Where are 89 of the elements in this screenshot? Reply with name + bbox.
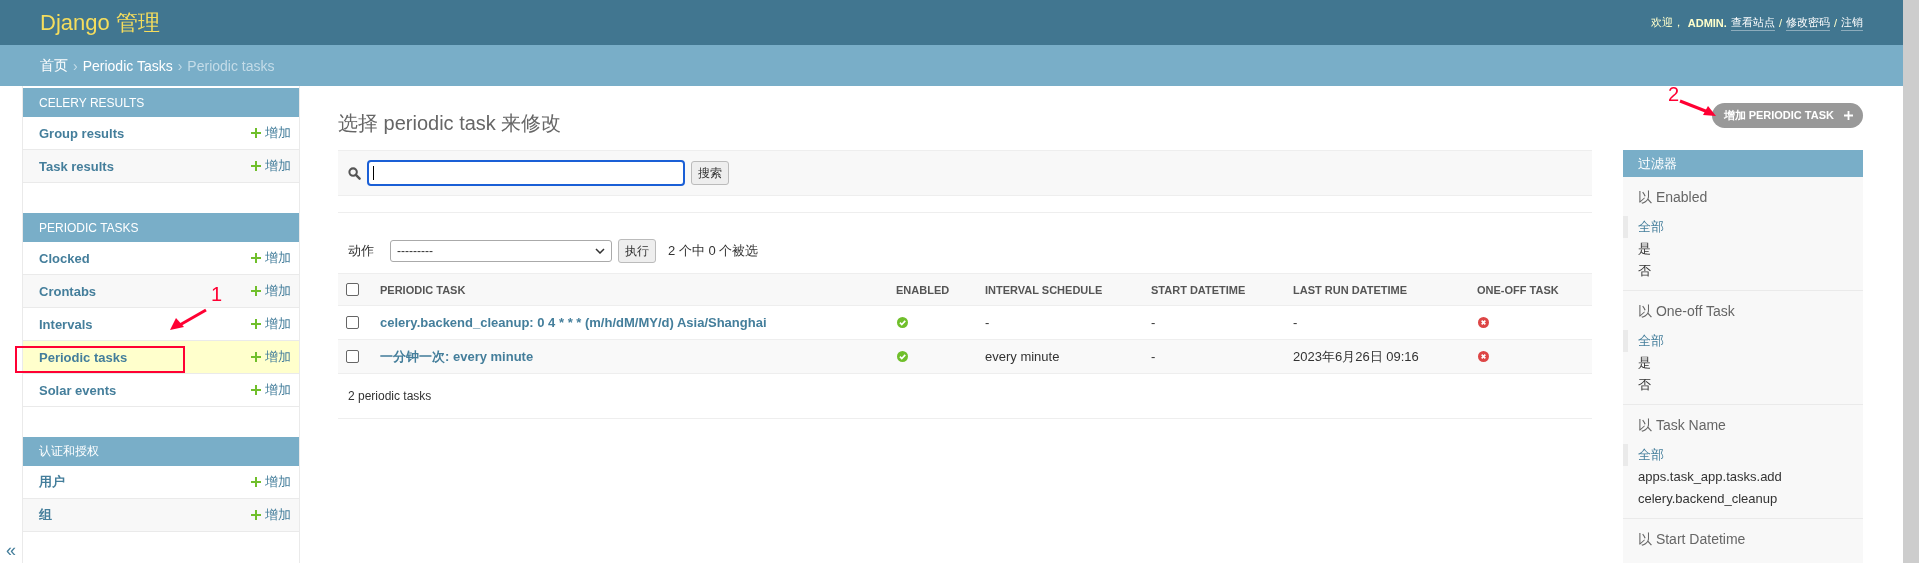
model-link[interactable]: Group results — [39, 125, 125, 141]
filter-option[interactable]: apps.task_app.tasks.add — [1623, 466, 1863, 488]
row-checkbox[interactable] — [346, 316, 359, 329]
breadcrumb-separator: › — [177, 57, 183, 74]
section-header[interactable]: 认证和授权 — [23, 437, 299, 466]
separator-text: / — [1778, 16, 1782, 29]
filter-heading: 以 Enabled — [1637, 189, 1709, 207]
add-link[interactable]: 增加 — [251, 473, 291, 491]
add-link[interactable]: 增加 — [251, 124, 291, 142]
user-link[interactable]: 注销 — [1841, 14, 1863, 31]
table-cell: - — [1151, 349, 1156, 364]
model-link[interactable]: 组 — [39, 506, 52, 524]
add-link[interactable]: 增加 — [251, 282, 291, 300]
annotation-number: 2 — [1668, 84, 1680, 104]
model-link[interactable]: Periodic tasks — [39, 349, 128, 365]
filter-heading: 以 Task Name — [1637, 417, 1727, 435]
filter-option[interactable]: 否 — [1623, 374, 1863, 396]
task-link[interactable]: 一分钟一次: every minute — [380, 348, 534, 364]
filter-option[interactable]: 全部 — [1623, 330, 1863, 352]
result-count: 2 periodic tasks — [348, 389, 432, 403]
section-header[interactable]: PERIODIC TASKS — [23, 213, 299, 242]
user-link[interactable]: 修改密码 — [1785, 14, 1830, 31]
search-button[interactable]: 搜索 — [691, 161, 729, 185]
site-title[interactable]: Django 管理 — [40, 7, 160, 38]
model-link[interactable]: Solar events — [39, 382, 117, 398]
plus-icon — [251, 319, 261, 329]
filter-option[interactable]: celery.backend_cleanup — [1623, 488, 1863, 510]
plus-icon — [251, 128, 261, 138]
breadcrumb-separator: › — [73, 57, 78, 74]
model-link[interactable]: Intervals — [39, 316, 93, 332]
page-title: 选择 periodic task 来修改 — [338, 110, 562, 136]
plus-icon — [251, 352, 261, 362]
add-link[interactable]: 增加 — [251, 315, 291, 333]
plus-icon — [251, 286, 261, 296]
plus-icon — [251, 510, 261, 520]
sidebar-item[interactable]: Task results 增加 — [23, 150, 299, 183]
model-link[interactable]: Crontabs — [39, 283, 97, 299]
annotation-arrow — [168, 308, 208, 332]
breadcrumb-link[interactable]: Periodic Tasks — [82, 57, 173, 74]
add-link[interactable]: 增加 — [251, 348, 291, 366]
scrollbar[interactable] — [1903, 0, 1919, 563]
sidebar-toggle[interactable]: « — [2, 540, 20, 561]
select-all-checkbox[interactable] — [346, 283, 359, 296]
task-link[interactable]: celery.backend_cleanup: 0 4 * * * (m/h/dM/MY/d) Asia/Shanghai — [380, 315, 767, 330]
add-button[interactable]: 增加 PERIODIC TASK — [1711, 102, 1863, 128]
column-header[interactable]: PERIODIC TASK — [380, 283, 466, 296]
row-checkbox[interactable] — [346, 350, 359, 363]
filter-option[interactable]: 全部 — [1623, 444, 1863, 466]
filter-option[interactable]: 全部 — [1623, 216, 1863, 238]
filter-heading: 以 One-off Task — [1637, 303, 1736, 321]
action-label: 动作 — [348, 242, 374, 260]
separator-text: / — [1833, 16, 1837, 29]
search-field[interactable] — [367, 160, 685, 186]
selection-count: 2 个中 0 个被选 — [668, 242, 759, 260]
breadcrumb-link[interactable]: 首页 — [40, 56, 68, 75]
sidebar-item[interactable]: Solar events 增加 — [23, 374, 299, 407]
filter-option[interactable]: 否 — [1623, 260, 1863, 282]
add-link[interactable]: 增加 — [251, 249, 291, 267]
table-cell: - — [1151, 315, 1156, 330]
welcome-text: 欢迎， — [1650, 15, 1684, 30]
filter-heading: 以 Start Datetime — [1637, 531, 1747, 549]
section-header[interactable]: CELERY RESULTS — [23, 88, 299, 117]
plus-icon — [1844, 110, 1853, 120]
annotation-number: 1 — [211, 284, 223, 304]
action-dropdown[interactable]: --------- — [390, 240, 612, 262]
filter-title: 过滤器 — [1623, 150, 1863, 177]
user-name: ADMIN. — [1687, 16, 1727, 29]
add-link[interactable]: 增加 — [251, 157, 291, 175]
model-link[interactable]: Task results — [39, 158, 114, 174]
plus-icon — [251, 253, 261, 263]
table-cell: every minute — [985, 349, 1060, 364]
model-link[interactable]: 用户 — [39, 473, 65, 491]
plus-icon — [251, 161, 261, 171]
table-cell: - — [985, 315, 990, 330]
chevron-icon — [595, 248, 605, 254]
plus-icon — [251, 385, 261, 395]
add-link[interactable]: 增加 — [251, 381, 291, 399]
add-link[interactable]: 增加 — [251, 506, 291, 524]
sidebar-item[interactable]: 组 增加 — [23, 499, 299, 532]
filter-option[interactable]: 是 — [1623, 352, 1863, 374]
user-link[interactable]: 查看站点 — [1730, 14, 1775, 31]
run-button[interactable]: 执行 — [618, 239, 656, 263]
plus-icon — [251, 477, 261, 487]
table-cell: 2023年6月26日 09:16 — [1293, 348, 1419, 364]
search-icon — [348, 166, 361, 180]
sidebar-item[interactable]: Periodic tasks 增加 — [23, 341, 299, 374]
filter-option[interactable]: 是 — [1623, 238, 1863, 260]
model-link[interactable]: Clocked — [39, 250, 90, 266]
table-cell: - — [1293, 315, 1298, 330]
